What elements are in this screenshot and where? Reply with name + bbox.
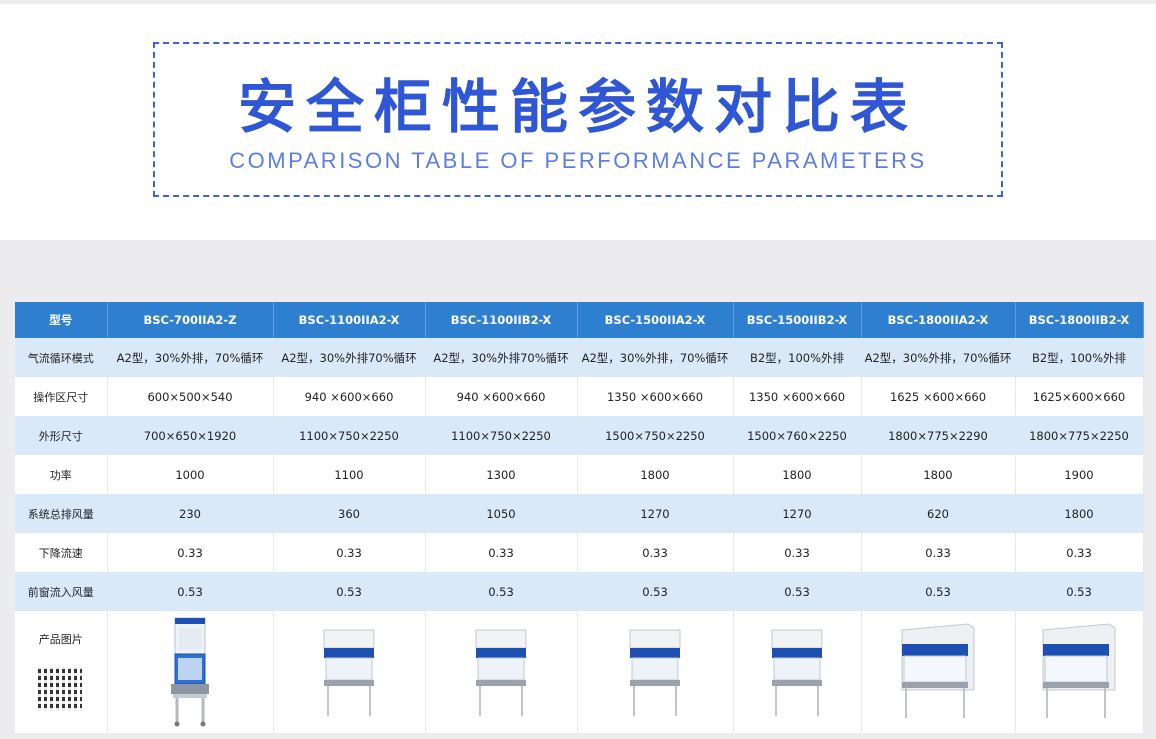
product-image-cell [861, 611, 1016, 733]
table-row-work-area-size: 操作区尺寸 600×500×540 940 ×600×660 940 ×600×… [15, 377, 1144, 416]
table-cell: A2型，30%外排，70%循环 [577, 338, 734, 377]
compact-cabinet-image [171, 617, 209, 727]
row-label: 操作区尺寸 [15, 377, 108, 416]
table-cell: 1270 [577, 494, 734, 533]
table-cell: 1500×760×2250 [733, 416, 862, 455]
table-row-power: 功率 1000 1100 1300 1800 1800 1800 1900 [15, 455, 1144, 494]
table-cell: 0.53 [861, 572, 1016, 611]
table-cell: 0.53 [107, 572, 274, 611]
table-cell: 0.33 [733, 533, 862, 572]
table-cell: 1350 ×600×660 [577, 377, 734, 416]
table-cell: 230 [107, 494, 274, 533]
row-label: 前窗流入风量 [15, 572, 108, 611]
large-biosafety-cabinet-image [901, 623, 975, 718]
model-header: BSC-1100IIA2-X [273, 302, 426, 338]
comparison-table: 型号 BSC-700IIA2-Z BSC-1100IIA2-X BSC-1100… [15, 302, 1144, 733]
large-biosafety-cabinet-image [1042, 623, 1116, 718]
table-cell: 1800 [577, 455, 734, 494]
table-cell: 360 [273, 494, 426, 533]
table-row-external-size: 外形尺寸 700×650×1920 1100×750×2250 1100×750… [15, 416, 1144, 455]
table-cell: 940 ×600×660 [425, 377, 578, 416]
table-cell: 600×500×540 [107, 377, 274, 416]
table-cell: 1100 [273, 455, 426, 494]
biosafety-cabinet-image [323, 629, 375, 716]
model-header: BSC-1500IIA2-X [577, 302, 734, 338]
biosafety-cabinet-image [771, 629, 823, 716]
table-cell: A2型，30%外排，70%循环 [107, 338, 274, 377]
row-label: 系统总排风量 [15, 494, 108, 533]
image-row-label-cell: 产品图片 [15, 611, 108, 733]
row-label: 气流循环模式 [15, 338, 108, 377]
table-row-downflow-velocity: 下降流速 0.33 0.33 0.33 0.33 0.33 0.33 0.33 [15, 533, 1144, 572]
model-header: BSC-1800IIB2-X [1015, 302, 1144, 338]
table-cell: 1500×750×2250 [577, 416, 734, 455]
table-cell: 0.53 [1015, 572, 1144, 611]
table-cell: 620 [861, 494, 1016, 533]
table-cell: 1900 [1015, 455, 1144, 494]
product-image-cell [107, 611, 274, 733]
table-cell: 1100×750×2250 [273, 416, 426, 455]
biosafety-cabinet-image [475, 629, 527, 716]
product-image-cell [577, 611, 734, 733]
table-cell: 1300 [425, 455, 578, 494]
table-cell: 940 ×600×660 [273, 377, 426, 416]
table-cell: B2型，100%外排 [733, 338, 862, 377]
table-cell: 0.33 [425, 533, 578, 572]
table-cell: 0.53 [425, 572, 578, 611]
biosafety-cabinet-image [629, 629, 681, 716]
table-row-airflow-mode: 气流循环模式 A2型，30%外排，70%循环 A2型，30%外排70%循环 A2… [15, 338, 1144, 377]
model-header: BSC-1100IIB2-X [425, 302, 578, 338]
table-cell: 1800 [733, 455, 862, 494]
header-corner-label: 型号 [15, 302, 108, 338]
row-label: 外形尺寸 [15, 416, 108, 455]
table-row-exhaust-volume: 系统总排风量 230 360 1050 1270 1270 620 1800 [15, 494, 1144, 533]
table-cell: 1350 ×600×660 [733, 377, 862, 416]
table-cell: B2型，100%外排 [1015, 338, 1144, 377]
model-header: BSC-1500IIB2-X [733, 302, 862, 338]
product-image-cell [425, 611, 578, 733]
row-label: 下降流速 [15, 533, 108, 572]
product-image-cell [733, 611, 862, 733]
product-image-cell [273, 611, 426, 733]
table-cell: A2型，30%外排70%循环 [273, 338, 426, 377]
table-cell: 0.33 [861, 533, 1016, 572]
row-label: 功率 [15, 455, 108, 494]
table-cell: 0.53 [577, 572, 734, 611]
table-cell: 1625 ×600×660 [861, 377, 1016, 416]
row-label: 产品图片 [38, 633, 83, 646]
page-subtitle: COMPARISON TABLE OF PERFORMANCE PARAMETE… [229, 148, 927, 173]
table-cell: 0.33 [1015, 533, 1144, 572]
table-cell: 1100×750×2250 [425, 416, 578, 455]
title-banner: 安全柜性能参数对比表 COMPARISON TABLE OF PERFORMAN… [153, 42, 1003, 197]
table-cell: A2型，30%外排70%循环 [425, 338, 578, 377]
table-cell: 0.33 [273, 533, 426, 572]
page-title: 安全柜性能参数对比表 [237, 73, 918, 141]
model-header: BSC-1800IIA2-X [861, 302, 1016, 338]
table-cell: 0.33 [107, 533, 274, 572]
table-cell: 1800×775×2290 [861, 416, 1016, 455]
qr-code-icon [38, 667, 82, 711]
table-row-product-images: 产品图片 [15, 611, 1144, 733]
table-cell: 0.33 [577, 533, 734, 572]
table-header-row: 型号 BSC-700IIA2-Z BSC-1100IIA2-X BSC-1100… [15, 302, 1144, 338]
table-cell: 1270 [733, 494, 862, 533]
table-row-inflow-volume: 前窗流入风量 0.53 0.53 0.53 0.53 0.53 0.53 0.5… [15, 572, 1144, 611]
table-cell: 0.53 [273, 572, 426, 611]
table-cell: 1050 [425, 494, 578, 533]
table-cell: 1000 [107, 455, 274, 494]
table-cell: 700×650×1920 [107, 416, 274, 455]
table-cell: 1800×775×2250 [1015, 416, 1144, 455]
product-image-cell [1015, 611, 1144, 733]
table-cell: 1800 [861, 455, 1016, 494]
top-divider [0, 0, 1156, 4]
table-cell: 1800 [1015, 494, 1144, 533]
table-cell: 0.53 [733, 572, 862, 611]
table-cell: A2型，30%外排，70%循环 [861, 338, 1016, 377]
model-header: BSC-700IIA2-Z [107, 302, 274, 338]
table-cell: 1625×600×660 [1015, 377, 1144, 416]
